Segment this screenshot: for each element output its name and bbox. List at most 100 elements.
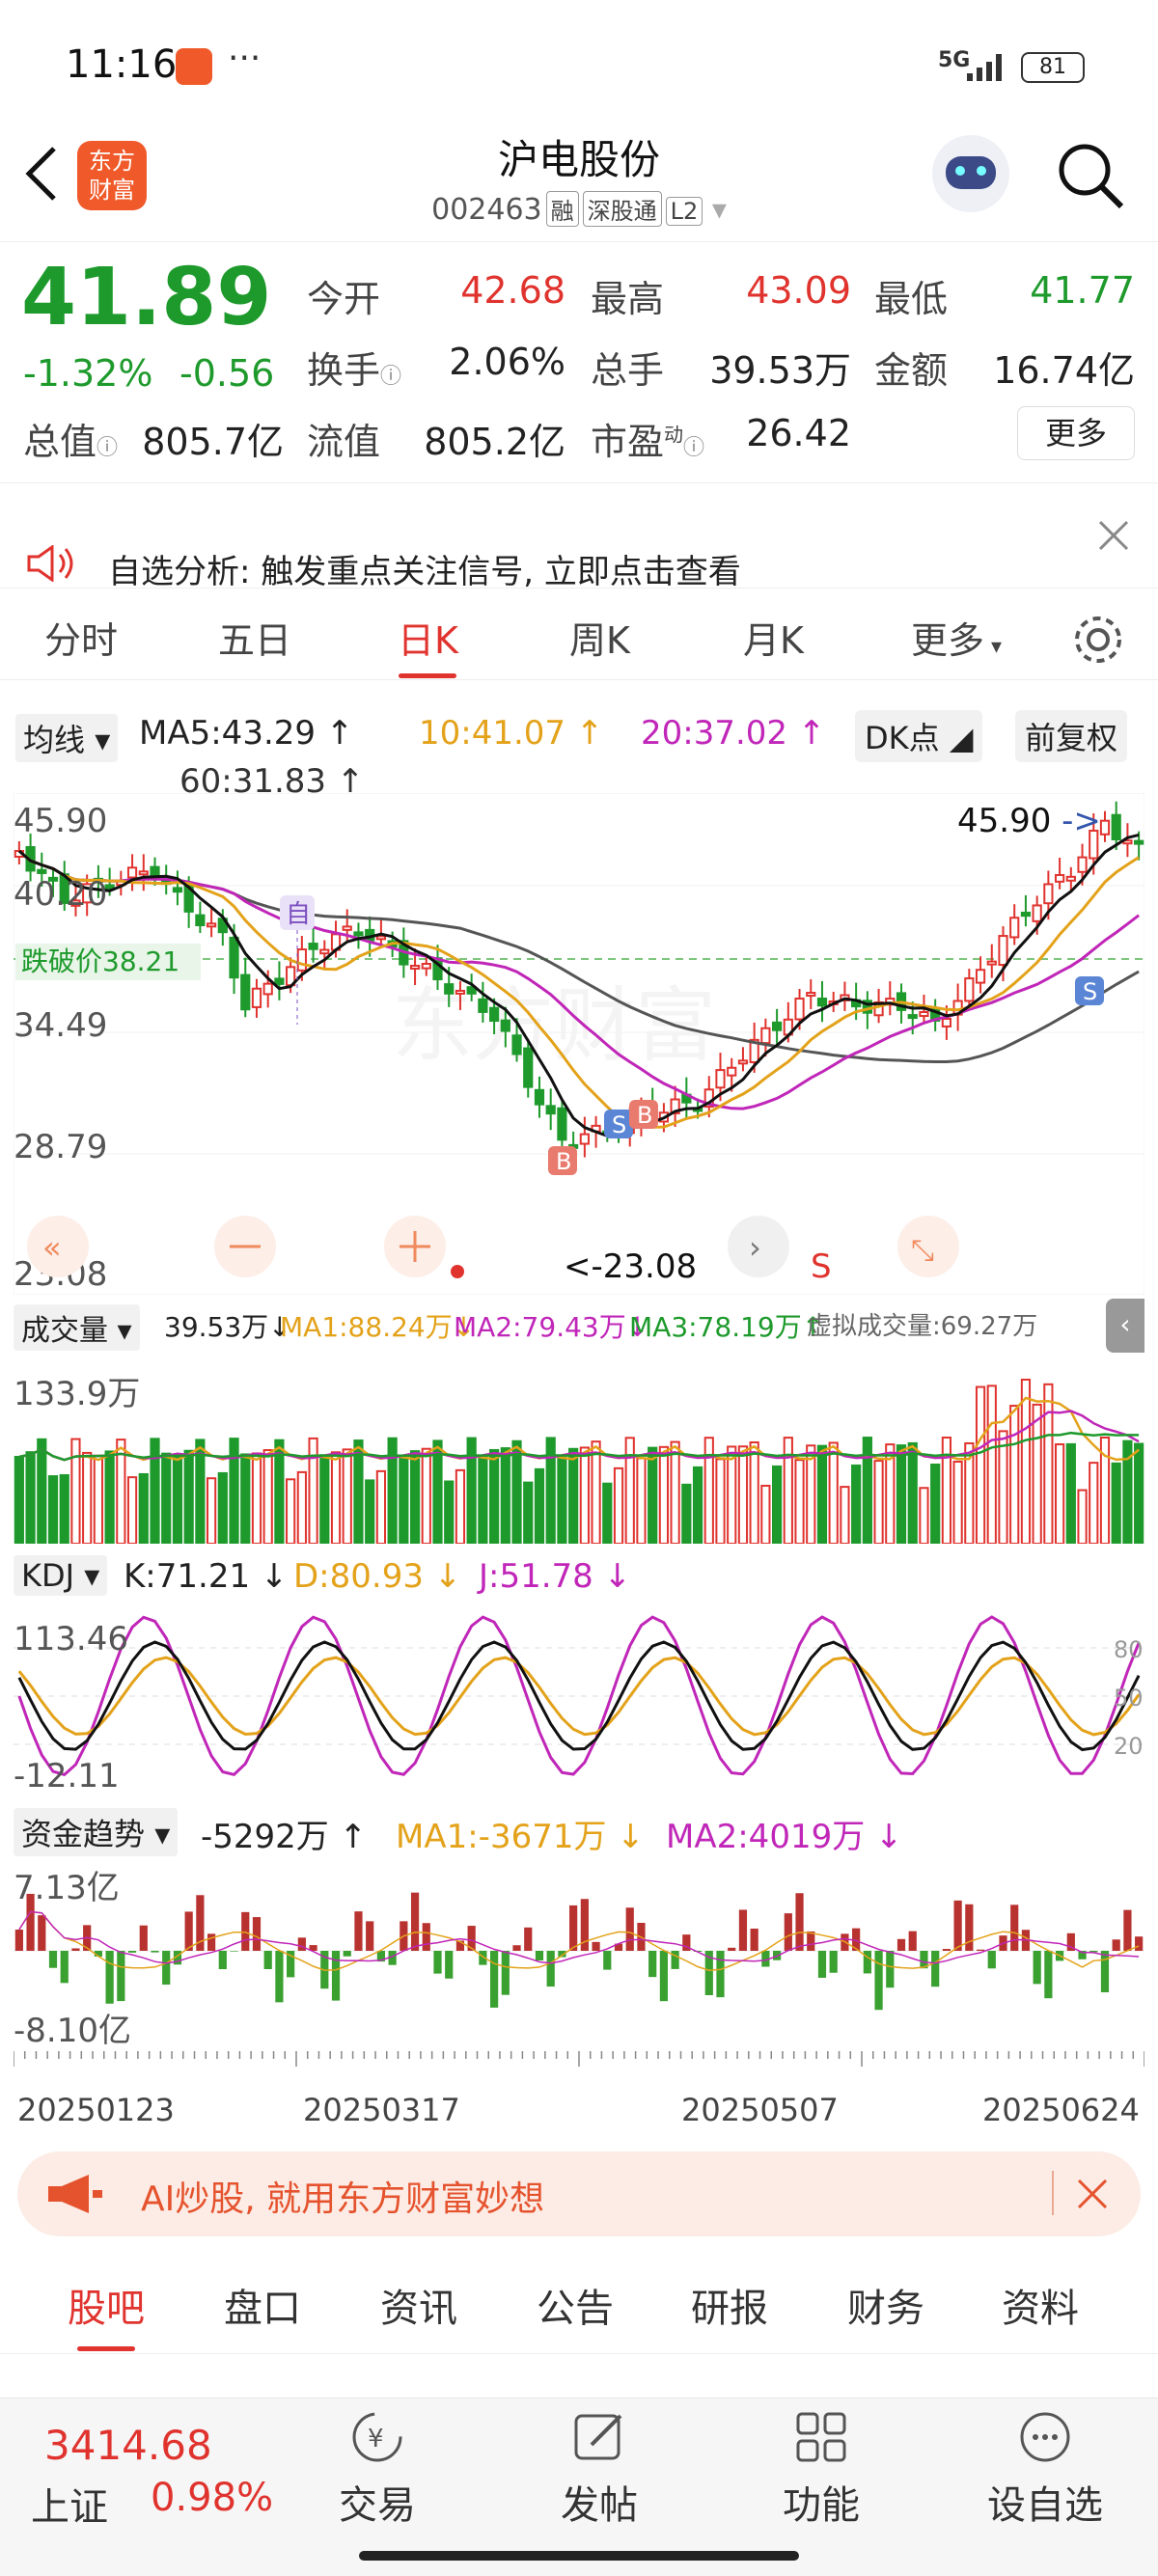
volume-selector[interactable]: 成交量 ▾ — [14, 1304, 140, 1351]
fund-trend-selector[interactable]: 资金趋势 ▾ — [14, 1808, 179, 1856]
candle — [488, 1006, 500, 1023]
date-label: 20250624 — [982, 2092, 1140, 2128]
megaphone-icon — [48, 2175, 102, 2213]
nav-add-watchlist[interactable]: 设自选 — [973, 2408, 1117, 2530]
candle — [1009, 917, 1020, 939]
banner-text: AI炒股, 就用东方财富妙想 — [141, 2179, 545, 2219]
candle — [998, 935, 1008, 967]
candle — [444, 983, 455, 995]
close-icon[interactable] — [1096, 518, 1131, 553]
price-adjust-button[interactable]: 前复权 — [1015, 710, 1128, 762]
ma-selector[interactable]: 均线 ▾ — [15, 714, 119, 762]
volume-bar — [308, 1437, 318, 1544]
kdj-selector[interactable]: KDJ ▾ — [14, 1555, 108, 1596]
virtual-volume: 虚拟成交量:69.27万 — [807, 1312, 1038, 1341]
ma20-value: 20:37.02 ↑ — [641, 714, 826, 753]
fund-bar — [60, 1951, 69, 1984]
nav-trade[interactable]: ¥ 交易 — [305, 2408, 450, 2530]
ai-banner[interactable]: AI炒股, 就用东方财富妙想 — [17, 2151, 1141, 2236]
tab-monthly-k[interactable]: 月K — [743, 611, 804, 664]
fund-bar — [14, 1930, 23, 1951]
info-icon[interactable]: ⓘ — [96, 436, 118, 460]
fund-bar — [489, 1951, 499, 2008]
info-icon[interactable]: ⓘ — [380, 365, 401, 389]
index-name[interactable]: 上证 — [31, 2476, 108, 2532]
collapse-panel-icon[interactable]: ‹ — [1106, 1299, 1144, 1353]
notice-bar[interactable]: 自选分析: 触发重点关注信号, 立即点击查看 — [0, 482, 1158, 591]
index-value[interactable]: 3414.68 — [44, 2422, 212, 2469]
more-button[interactable]: 更多 — [1017, 406, 1135, 460]
high-label: 最高 — [591, 278, 665, 320]
fund-bar — [433, 1951, 442, 1974]
volume-bar — [568, 1447, 579, 1544]
tab-more[interactable]: 更多 ▾ — [911, 611, 1002, 664]
volume-bar — [1032, 1403, 1042, 1544]
volume-bar — [365, 1479, 375, 1544]
amount-value: 16.74亿 — [993, 349, 1135, 392]
nav-functions[interactable]: 功能 — [749, 2408, 894, 2530]
candle — [262, 982, 273, 996]
tab-orderbook[interactable]: 盘口 — [224, 2277, 301, 2333]
fund-bar — [1033, 1951, 1041, 1985]
volume-bar — [636, 1457, 647, 1544]
tab-profile[interactable]: 资料 — [1002, 2277, 1079, 2333]
tab-five-day[interactable]: 五日 — [218, 611, 291, 664]
trade-icon: ¥ — [352, 2412, 402, 2462]
volume-bar — [161, 1452, 172, 1544]
tab-daily-k[interactable]: 日K — [398, 611, 458, 678]
tab-weekly-k[interactable]: 周K — [569, 611, 630, 664]
volume-bar — [907, 1441, 918, 1544]
volume-ma3: MA3:78.19万↑ — [629, 1311, 825, 1343]
volume-bar — [330, 1451, 342, 1544]
volume-bar — [444, 1480, 455, 1544]
volume-bar — [399, 1455, 409, 1544]
tab-forum[interactable]: 股吧 — [68, 2277, 145, 2351]
candle — [240, 973, 251, 1011]
volume-bar — [455, 1468, 466, 1544]
volume-bar — [727, 1445, 737, 1544]
search-icon[interactable] — [1056, 141, 1125, 210]
tab-news[interactable]: 资讯 — [380, 2277, 457, 2333]
nav-post[interactable]: 发帖 — [527, 2408, 672, 2530]
volume-bar — [478, 1455, 488, 1544]
kline-chart[interactable]: 东方财富 45.90 40.20 34.49 28.79 23.08 跌破价38… — [14, 793, 1144, 1295]
date-label: 20250507 — [681, 2092, 839, 2128]
fund-bar — [795, 1893, 804, 1951]
change-percent: -1.32% — [23, 352, 153, 395]
candle — [296, 948, 307, 972]
tab-announcements[interactable]: 公告 — [537, 2277, 614, 2333]
fund-bar — [1100, 1951, 1110, 1992]
candle — [545, 1105, 556, 1115]
candle — [342, 925, 352, 931]
status-bar: 11:16 ··· 5G 81 — [0, 0, 1158, 135]
dropdown-icon[interactable]: ▾ — [703, 193, 727, 227]
tab-research[interactable]: 研报 — [691, 2277, 768, 2333]
volume-bar — [534, 1467, 545, 1544]
dk-point-button[interactable]: DK点 ◢ — [855, 710, 983, 762]
volume-bar — [59, 1474, 69, 1544]
candle — [308, 943, 318, 950]
info-icon[interactable]: ⓘ — [683, 436, 704, 460]
volume-bar — [150, 1438, 160, 1544]
candle — [511, 1034, 522, 1055]
volume-bar — [47, 1475, 59, 1544]
volume-bar — [737, 1445, 749, 1544]
volume-bar — [1043, 1383, 1054, 1544]
tab-intraday[interactable]: 分时 — [44, 611, 118, 664]
svg-text:B: B — [637, 1102, 652, 1129]
robot-assistant-icon[interactable] — [932, 135, 1009, 212]
fund-bar — [512, 1945, 521, 1951]
gear-icon[interactable] — [1071, 613, 1125, 667]
volume-bar — [794, 1459, 805, 1544]
kdj-j: J:51.78 ↓ — [479, 1557, 632, 1596]
volume-bar — [591, 1440, 601, 1544]
fund-bar — [151, 1951, 159, 1953]
kdj-d: D:80.93 ↓ — [293, 1557, 462, 1596]
close-icon[interactable] — [1073, 2175, 1112, 2213]
volume-value: 39.53万↓ — [164, 1311, 291, 1343]
kdj-k: K:71.21 ↓ — [124, 1557, 289, 1596]
volume-bar — [648, 1446, 658, 1544]
tab-financials[interactable]: 财务 — [847, 2277, 924, 2333]
index-change[interactable]: 0.98% — [151, 2476, 273, 2520]
volume-bar — [126, 1476, 138, 1544]
